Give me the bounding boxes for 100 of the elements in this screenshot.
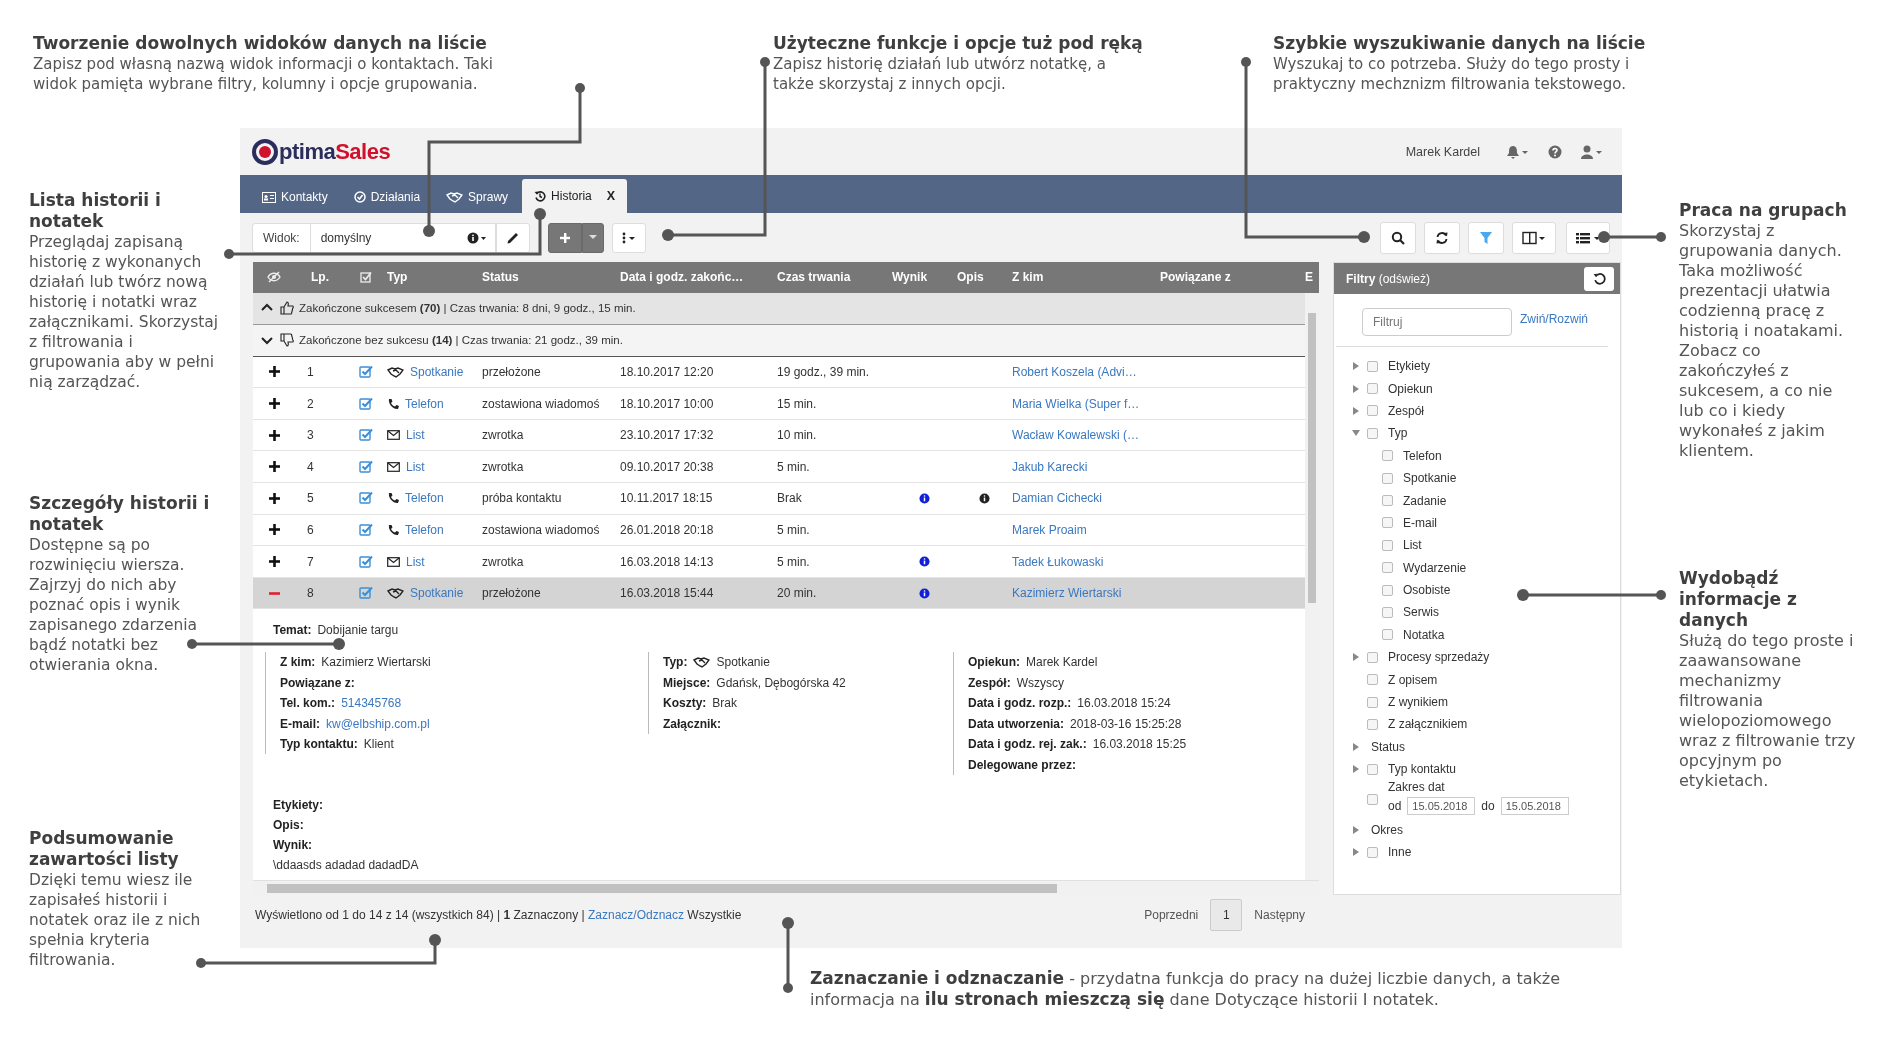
expand-arrow-icon[interactable] <box>1352 825 1360 834</box>
field-link[interactable]: kw@elbship.com.pl <box>326 716 430 731</box>
expand-toggle-icon[interactable] <box>268 429 280 441</box>
filter-checkbox[interactable] <box>1367 405 1378 417</box>
column-header[interactable]: Czas trwania <box>777 270 892 285</box>
reset-filters-button[interactable] <box>1584 266 1614 291</box>
type-link[interactable]: List <box>406 554 425 569</box>
expand-arrow-icon[interactable] <box>1352 653 1360 662</box>
contact-link[interactable]: Wacław Kowalewski (… <box>1012 428 1139 443</box>
expand-toggle-icon[interactable] <box>268 461 280 473</box>
filter-checkbox[interactable] <box>1367 427 1378 439</box>
notifications-icon[interactable] <box>1506 144 1530 159</box>
info-icon[interactable] <box>919 556 930 567</box>
filter-option[interactable]: List <box>1399 538 1422 553</box>
close-tab-button[interactable]: X <box>606 189 616 203</box>
row-checkbox[interactable] <box>359 554 373 569</box>
filter-option[interactable]: Zakres dat <box>1388 780 1569 795</box>
filter-option[interactable]: Zadanie <box>1399 493 1447 508</box>
expand-toggle-icon[interactable] <box>268 524 280 536</box>
help-icon[interactable] <box>1548 144 1562 159</box>
select-all-link[interactable]: Zaznacz/Odznacz <box>587 908 684 923</box>
search-button[interactable] <box>1380 221 1416 254</box>
row-checkbox[interactable] <box>359 364 373 379</box>
field-link[interactable]: 514345768 <box>341 696 402 711</box>
filter-field[interactable]: Filtruj <box>1362 308 1512 336</box>
type-link[interactable]: Spotkanie <box>410 364 464 379</box>
expand-toggle-icon[interactable] <box>268 366 280 378</box>
date-field[interactable]: 15.05.2018 <box>1500 797 1569 816</box>
tab[interactable]: Kontakty <box>250 181 340 213</box>
user-icon[interactable] <box>1580 144 1604 159</box>
contact-link[interactable]: Jakub Karecki <box>1012 459 1088 474</box>
filter-checkbox[interactable] <box>1367 383 1378 395</box>
contact-link[interactable]: Tadek Łukowaski <box>1012 554 1104 569</box>
column-header[interactable]: Z kim <box>1012 270 1160 285</box>
filter-option[interactable]: Osobiste <box>1399 583 1451 598</box>
info-icon[interactable] <box>466 231 487 244</box>
column-header[interactable]: Powiązane z <box>1160 270 1305 285</box>
tab[interactable]: Działania <box>341 181 433 213</box>
expand-toggle-icon[interactable] <box>268 492 280 504</box>
previous-page-link[interactable]: Poprzedni <box>1144 908 1199 923</box>
contact-link[interactable]: Maria Wielka (Super f… <box>1012 396 1140 411</box>
expand-arrow-icon[interactable] <box>1352 384 1360 393</box>
date-field[interactable]: 15.05.2018 <box>1407 797 1476 816</box>
column-header[interactable]: Opis <box>957 270 1012 285</box>
filter-option[interactable]: Serwis <box>1399 605 1439 620</box>
filter-option[interactable]: Opiekun <box>1388 381 1433 396</box>
filter-checkbox[interactable] <box>1382 629 1393 641</box>
table-row[interactable]: 1 Spotkanie przełożone 18.10.2017 12:20 19 godz., 39 min. Robert Koszela (Advi… <box>253 356 1305 389</box>
expand-arrow-icon[interactable] <box>1352 429 1360 438</box>
filter-checkbox[interactable] <box>1367 696 1378 708</box>
more-options-button[interactable] <box>611 222 646 253</box>
filter-option[interactable]: Telefon <box>1399 448 1442 463</box>
filter-checkbox[interactable] <box>1367 360 1378 372</box>
filter-checkbox[interactable] <box>1382 450 1393 462</box>
row-checkbox[interactable] <box>359 459 373 474</box>
table-row[interactable]: 5 Telefon próba kontaktu 10.11.2017 18:15 Brak Damian Cichecki <box>253 483 1305 515</box>
column-header[interactable]: E <box>1305 270 1319 285</box>
table-row[interactable]: 2 Telefon zostawiona wiadomoś 18.10.2017 10:00 15 min. Maria Wielka (Super f… <box>253 388 1305 420</box>
row-checkbox[interactable] <box>359 522 373 537</box>
filter-checkbox[interactable] <box>1382 562 1393 574</box>
column-header[interactable]: Wynik <box>892 270 957 285</box>
filter-option[interactable]: Status <box>1371 739 1406 754</box>
type-link[interactable]: Telefon <box>405 491 444 506</box>
table-row[interactable]: 4 List zwrotka 09.10.2017 20:38 5 min. Jakub Karecki <box>253 451 1305 483</box>
filter-option[interactable]: Z załącznikiem <box>1388 717 1468 732</box>
filter-checkbox[interactable] <box>1367 674 1378 686</box>
type-link[interactable]: List <box>406 428 425 443</box>
columns-button[interactable] <box>1512 221 1556 254</box>
filter-checkbox[interactable] <box>1382 584 1393 596</box>
filter-option[interactable]: Typ kontaktu <box>1388 762 1457 777</box>
grouping-button[interactable] <box>1566 221 1610 254</box>
filter-checkbox[interactable] <box>1367 846 1378 858</box>
column-header[interactable]: Typ <box>387 270 482 285</box>
filter-checkbox[interactable] <box>1382 472 1393 484</box>
filter-checkbox[interactable] <box>1367 651 1378 663</box>
filter-option[interactable]: Inne <box>1388 845 1412 859</box>
contact-link[interactable]: Marek Proaim <box>1012 522 1087 537</box>
type-link[interactable]: Telefon <box>405 396 444 411</box>
filter-checkbox[interactable] <box>1382 517 1393 529</box>
info-icon[interactable] <box>979 492 990 504</box>
expand-toggle-icon[interactable] <box>268 398 280 410</box>
next-page-link[interactable]: Następny <box>1254 908 1305 923</box>
filter-option[interactable]: Typ <box>1388 426 1408 441</box>
filter-option[interactable]: Okres <box>1371 822 1403 837</box>
filter-checkbox[interactable] <box>1367 793 1378 805</box>
column-header[interactable]: Lp. <box>311 270 329 285</box>
group-row[interactable]: Zakończone bez sukcesu (14) | Czas trwania: 21 godz., 39 min. <box>253 324 1305 357</box>
table-row[interactable]: 7 List zwrotka 16.03.2018 14:13 5 min. Tadek Łukowaski <box>253 546 1305 578</box>
filter-button[interactable] <box>1468 221 1504 254</box>
view-selector[interactable]: Widok: domyślny <box>252 222 496 253</box>
contact-link[interactable]: Damian Cichecki <box>1012 491 1103 506</box>
add-dropdown-button[interactable] <box>581 222 604 253</box>
tab[interactable]: Sprawy <box>434 181 521 213</box>
info-icon[interactable] <box>919 492 930 504</box>
filter-option[interactable]: Zespół <box>1388 403 1425 418</box>
expand-arrow-icon[interactable] <box>1352 742 1360 751</box>
filter-option[interactable]: Spotkanie <box>1399 471 1457 486</box>
expand-arrow-icon[interactable] <box>1352 406 1360 415</box>
chevron-icon[interactable] <box>261 335 273 346</box>
table-row[interactable]: 6 Telefon zostawiona wiadomoś 26.01.2018 20:18 5 min. Marek Proaim <box>253 514 1305 547</box>
